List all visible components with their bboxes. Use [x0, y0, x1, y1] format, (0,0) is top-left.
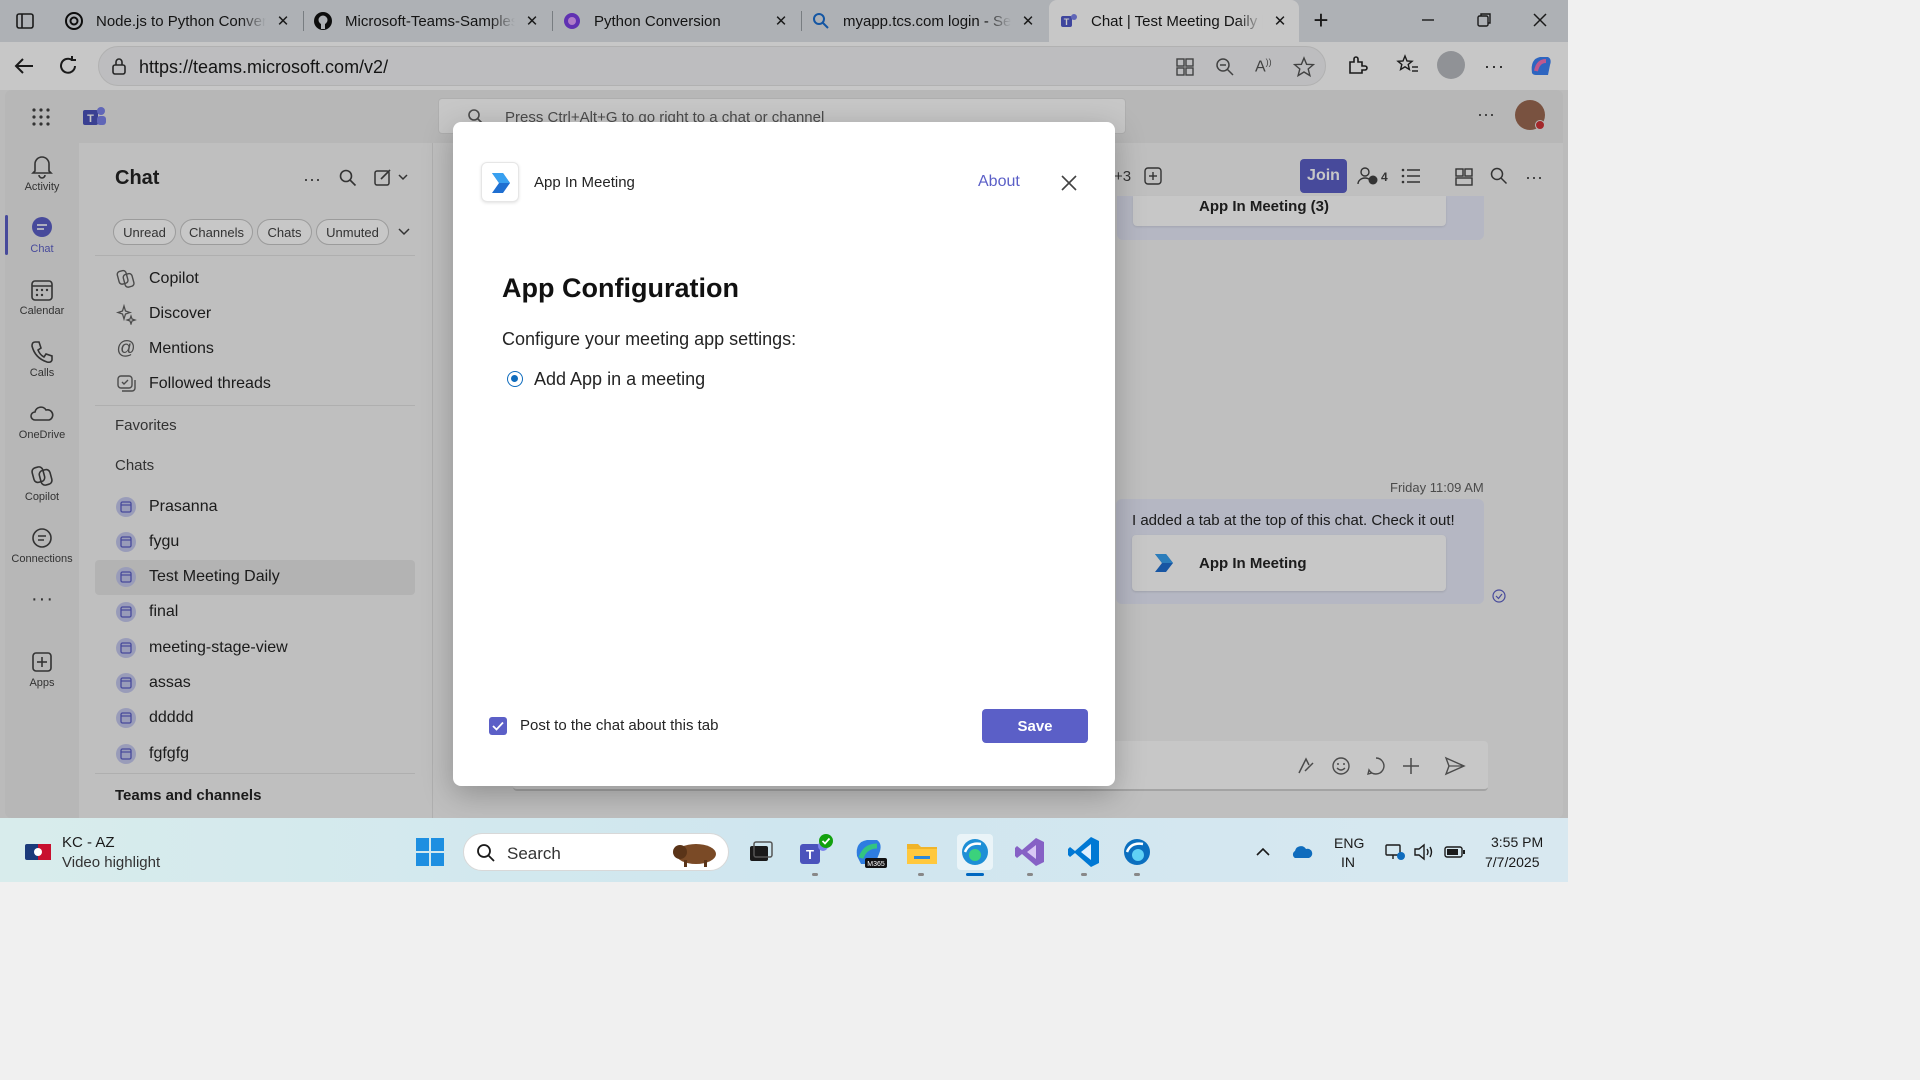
vscode-icon[interactable] [1066, 834, 1102, 870]
post-to-chat-checkbox[interactable] [489, 717, 507, 735]
sports-logo-icon[interactable] [24, 842, 52, 862]
save-button[interactable]: Save [982, 709, 1088, 743]
file-explorer-icon[interactable] [904, 834, 940, 870]
windows-start-icon[interactable] [414, 836, 446, 868]
onedrive-icon[interactable] [1290, 843, 1314, 861]
teams-taskbar-icon[interactable]: T [797, 834, 833, 870]
taskbar-search-label: Search [507, 844, 561, 863]
battery-icon[interactable] [1444, 845, 1466, 859]
weather-widget-title[interactable]: KC - AZ [62, 834, 115, 851]
about-link[interactable]: About [978, 173, 1020, 191]
svg-text:T: T [806, 847, 814, 862]
dialog-app-name: App In Meeting [534, 174, 635, 191]
network-icon[interactable] [1384, 842, 1406, 862]
app-configuration-dialog: App In Meeting About App Configuration C… [453, 122, 1115, 786]
clock-date[interactable]: 7/7/2025 [1485, 854, 1540, 870]
dialog-subheading: Configure your meeting app settings: [502, 329, 797, 349]
weather-widget-sub[interactable]: Video highlight [62, 854, 160, 871]
visual-studio-icon[interactable] [1012, 834, 1048, 870]
language-line2[interactable]: IN [1341, 854, 1355, 870]
svg-text:M365: M365 [867, 861, 885, 868]
search-icon [476, 843, 496, 863]
add-app-radio-label[interactable]: Add App in a meeting [534, 369, 705, 390]
post-to-chat-label[interactable]: Post to the chat about this tab [520, 717, 718, 734]
radio-dot [511, 375, 518, 382]
add-app-radio[interactable] [507, 371, 523, 387]
m365-icon[interactable]: M365 [851, 834, 887, 870]
edge-dev-icon[interactable] [1119, 834, 1155, 870]
chevron-up-icon[interactable] [1254, 843, 1272, 861]
windows-taskbar [0, 818, 1568, 882]
task-view-icon[interactable] [742, 834, 778, 870]
language-line1[interactable]: ENG [1334, 835, 1364, 851]
clock-time[interactable]: 3:55 PM [1491, 834, 1543, 850]
close-dialog-icon[interactable] [1060, 174, 1078, 192]
dialog-app-icon [481, 162, 519, 202]
bison-icon [670, 838, 724, 868]
volume-icon[interactable] [1413, 842, 1435, 862]
taskbar-search[interactable]: Search [463, 833, 729, 871]
edge-taskbar-icon[interactable] [957, 834, 993, 870]
dialog-heading: App Configuration [502, 273, 739, 303]
